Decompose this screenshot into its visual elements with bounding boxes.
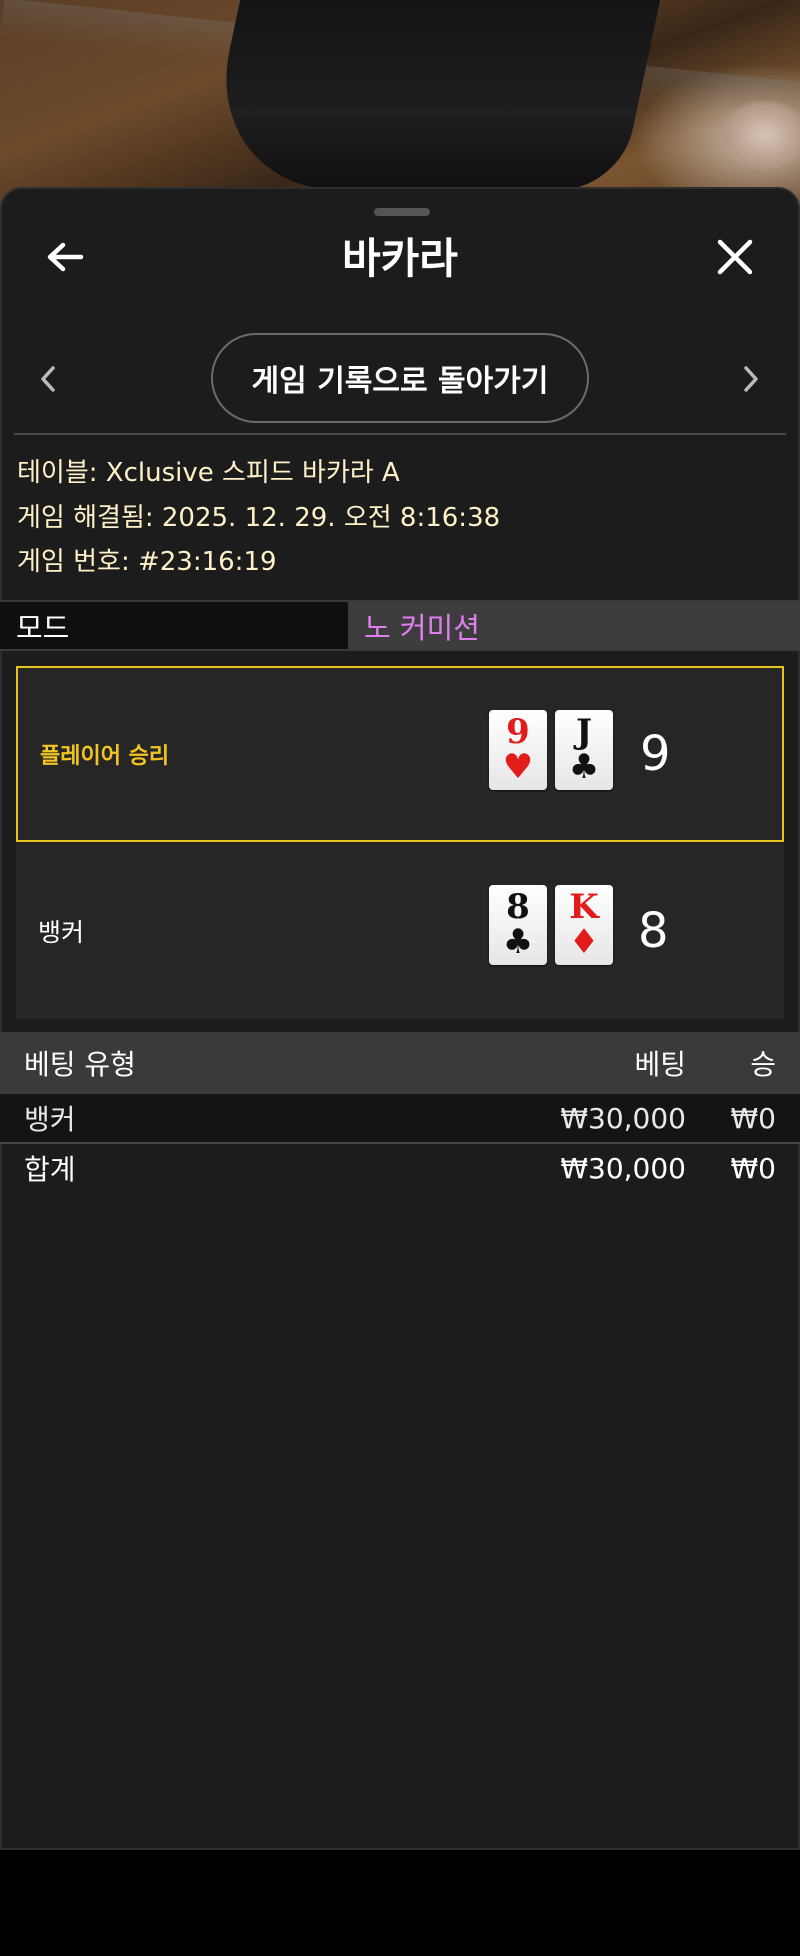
player-card-2: J ♣ [555, 710, 613, 790]
banker-total: 8 [638, 903, 669, 959]
player-total: 9 [640, 726, 671, 782]
bottom-bar [0, 1850, 800, 1956]
close-icon [717, 239, 753, 275]
previous-game-button[interactable] [28, 356, 68, 402]
game-number: 게임 번호: #23:16:19 [17, 547, 277, 577]
mode-row: 모드 노 커미션 [0, 600, 800, 651]
close-button[interactable] [710, 232, 760, 282]
player-card-1: 9 ♥ [489, 710, 547, 790]
bet-amount-cell: ₩30,000 [560, 1101, 686, 1135]
banker-hand: 뱅커 8 ♣ K ♦ 8 [16, 843, 784, 1019]
total-label: 합계 [24, 1153, 76, 1186]
sheet-drag-handle[interactable] [374, 208, 430, 216]
game-resolved-time: 게임 해결됨: 2025. 12. 29. 오전 8:16:38 [17, 503, 501, 533]
arrow-left-icon [47, 242, 84, 272]
dealer-hand [720, 100, 800, 170]
back-button[interactable] [40, 232, 90, 282]
next-game-button[interactable] [731, 356, 771, 402]
bet-type-cell: 뱅커 [24, 1103, 76, 1136]
win-amount-cell: ₩0 [730, 1101, 777, 1135]
table-name: 테이블: Xclusive 스피드 바카라 A [17, 458, 400, 488]
mode-label: 모드 [0, 602, 350, 649]
header-win: 승 [750, 1048, 776, 1081]
club-suit-icon: ♣ [502, 922, 534, 962]
header-bet: 베팅 [634, 1048, 686, 1081]
dealer-arm [199, 0, 661, 190]
banker-card-1: 8 ♣ [489, 885, 547, 965]
player-hand: 플레이어 승리 9 ♥ J ♣ 9 [16, 666, 784, 842]
total-row: 합계 ₩30,000 ₩0 [0, 1142, 800, 1192]
bets-table-header: 베팅 유형 베팅 승 [0, 1032, 800, 1094]
table-row: 뱅커 ₩30,000 ₩0 [0, 1094, 800, 1142]
player-result-label: 플레이어 승리 [40, 744, 170, 769]
banker-label: 뱅커 [38, 918, 85, 947]
page-title: 바카라 [342, 234, 458, 283]
header-bet-type: 베팅 유형 [24, 1048, 136, 1081]
total-win: ₩0 [730, 1151, 777, 1185]
divider [14, 433, 786, 435]
diamond-suit-icon: ♦ [568, 922, 600, 962]
back-to-history-button[interactable]: 게임 기록으로 돌아가기 [211, 333, 589, 423]
chevron-right-icon [744, 366, 758, 392]
heart-suit-icon: ♥ [502, 747, 534, 787]
banker-card-2: K ♦ [555, 885, 613, 965]
club-suit-icon: ♣ [568, 747, 600, 787]
mode-value: 노 커미션 [350, 602, 800, 649]
total-bet: ₩30,000 [560, 1151, 686, 1185]
chevron-left-icon [41, 366, 55, 392]
